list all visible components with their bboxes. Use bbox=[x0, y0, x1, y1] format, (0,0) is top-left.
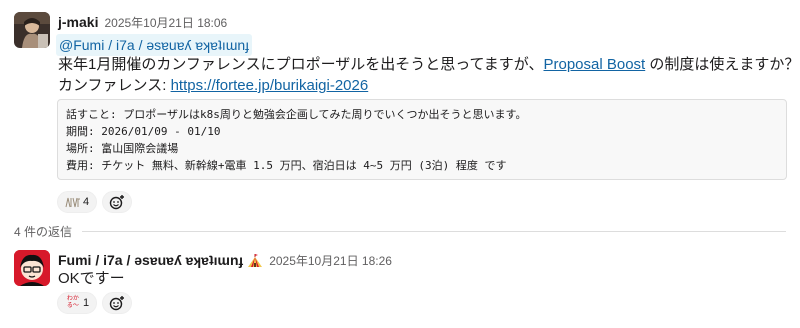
author-name[interactable]: Fumi / i7a / ǝsɐuɐʎ ɐʞɐʇıɯnɟ bbox=[58, 252, 243, 268]
message-1-header: j-maki 2025年10月21日 18:06 bbox=[58, 14, 227, 31]
divider-line bbox=[82, 230, 786, 232]
avatar-image bbox=[14, 12, 50, 48]
user-mention[interactable]: @Fumi / i7a / ǝsɐuɐʎ ɐʞɐʇıɯnɟ bbox=[56, 34, 253, 56]
message-2-text: OKですー bbox=[58, 270, 125, 287]
conference-link[interactable]: https://fortee.jp/burikaigi-2026 bbox=[171, 77, 369, 94]
reply-count[interactable]: 4 件の返信 bbox=[14, 223, 72, 240]
emoji-text: わかる〜 bbox=[66, 296, 79, 309]
author-name[interactable]: j-maki bbox=[58, 14, 98, 30]
add-reaction-button[interactable] bbox=[102, 191, 132, 213]
thread-replies-divider: 4 件の返信 bbox=[14, 223, 786, 239]
text-segment: 来年1月開催のカンファレンスにプロポーザルを出そうと思ってますが、 bbox=[58, 56, 544, 73]
add-reaction-button[interactable] bbox=[102, 292, 132, 314]
code-line: 話すこと: プロポーザルはk8s周りと勉強会企画してみた周りでいくつか出そうと思… bbox=[66, 108, 527, 121]
proposal-boost-link[interactable]: Proposal Boost bbox=[544, 56, 646, 73]
message-1-text-line-1: 来年1月開催のカンファレンスにプロポーザルを出そうと思ってますが、Proposa… bbox=[58, 54, 799, 76]
text-segment: の制度は使えますか？ bbox=[645, 56, 800, 73]
text-segment: カンファレンス: bbox=[58, 77, 171, 94]
reaction-button[interactable]: 4 bbox=[57, 191, 97, 213]
reaction-count: 4 bbox=[82, 196, 90, 208]
avatar-fumi[interactable] bbox=[14, 250, 50, 286]
message-1-text-line-2: カンファレンス: https://fortee.jp/burikaigi-202… bbox=[58, 75, 368, 97]
code-line: 期間: 2026/01/09 - 01/10 bbox=[66, 125, 221, 138]
timestamp[interactable]: 2025年10月21日 18:06 bbox=[104, 14, 227, 31]
avatar-image bbox=[14, 250, 50, 286]
avatar-j-maki[interactable] bbox=[14, 12, 50, 48]
reaction-button[interactable]: わかる〜 1 bbox=[57, 292, 97, 314]
reaction-count: 1 bbox=[82, 297, 90, 309]
code-line: 場所: 富山国際会議場 bbox=[66, 142, 179, 155]
message-2-header: Fumi / i7a / ǝsɐuɐʎ ɐʞɐʇıɯnɟ 2025年10月21日… bbox=[58, 252, 392, 269]
custom-emoji-icon bbox=[65, 197, 80, 208]
add-emoji-icon bbox=[109, 296, 124, 311]
add-emoji-icon bbox=[109, 195, 124, 210]
code-block: 話すこと: プロポーザルはk8s周りと勉強会企画してみた周りでいくつか出そうと思… bbox=[57, 99, 787, 180]
circus-tent-status-icon[interactable] bbox=[247, 253, 263, 268]
timestamp[interactable]: 2025年10月21日 18:26 bbox=[269, 252, 392, 269]
wakaru-emoji-icon: わかる〜 bbox=[65, 295, 81, 311]
code-line: 費用: チケット 無料、新幹線+電車 1.5 万円、宿泊日は 4~5 万円 (3… bbox=[66, 159, 507, 172]
